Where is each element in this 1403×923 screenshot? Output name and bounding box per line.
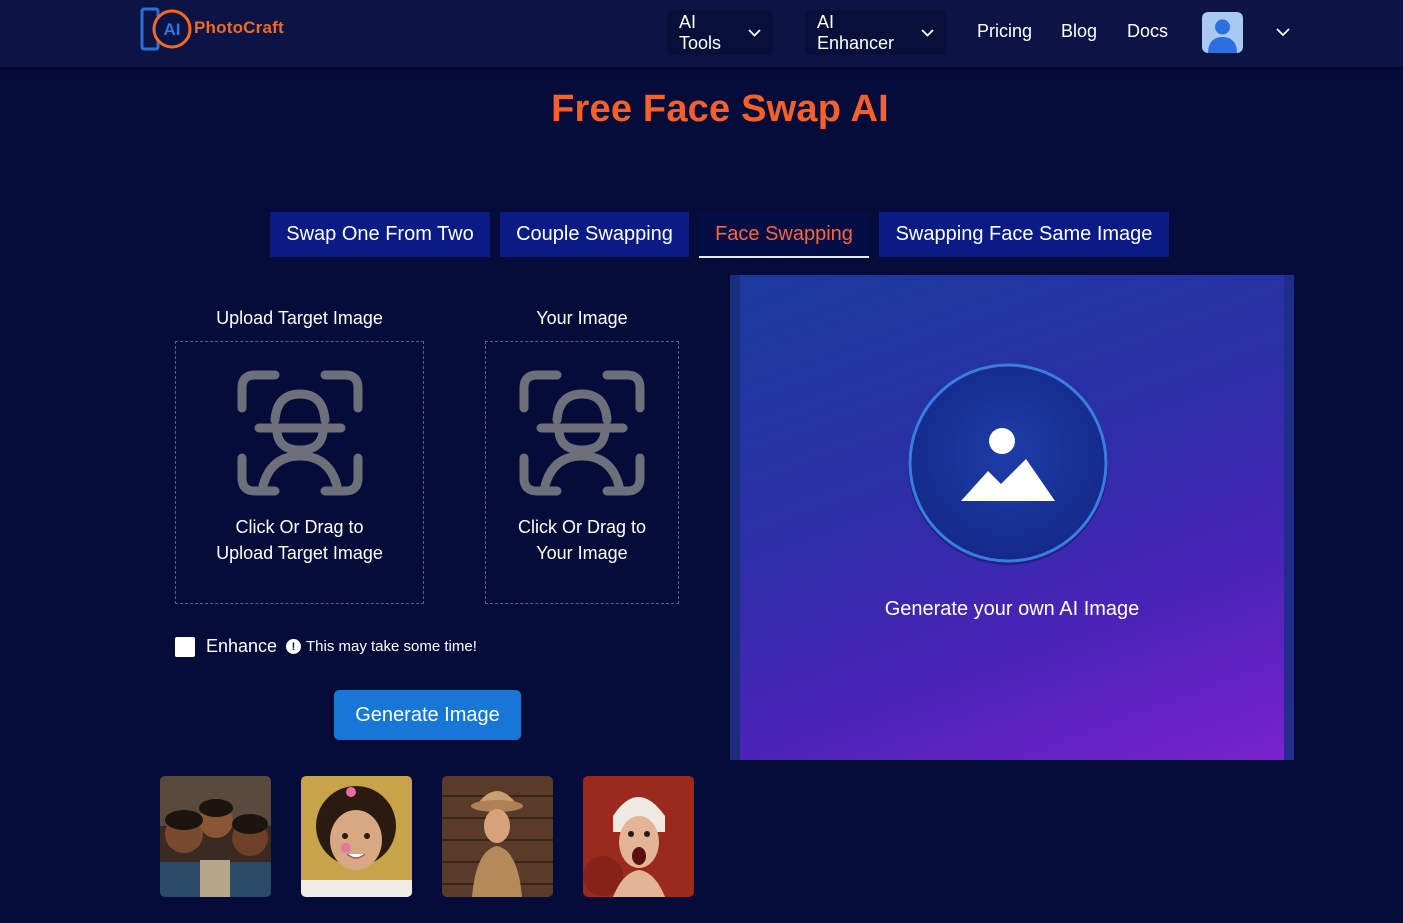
sample-photo-girl-icon	[301, 776, 412, 897]
target-image-label: Upload Target Image	[216, 308, 383, 328]
enhance-checkbox[interactable]	[175, 637, 195, 657]
nav-blog[interactable]: Blog	[1061, 21, 1097, 42]
your-image-dropzone[interactable]: Click Or Drag to Your Image	[485, 341, 679, 604]
chevron-down-icon	[921, 28, 934, 37]
tab-couple-swapping[interactable]: Couple Swapping	[500, 212, 689, 257]
your-image-label: Your Image	[536, 308, 628, 328]
face-scan-icon	[519, 370, 645, 496]
nav-docs[interactable]: Docs	[1127, 21, 1168, 42]
info-icon: !	[286, 639, 301, 654]
nav-ai-enhancer-label: AI Enhancer	[817, 11, 895, 53]
enhance-note: This may take some time!	[306, 638, 477, 655]
image-icon	[908, 363, 1108, 565]
target-dropzone-line2: Upload Target Image	[216, 543, 383, 563]
sample-thumbnail-woman-screaming[interactable]	[583, 776, 694, 897]
user-avatar[interactable]	[1202, 12, 1243, 53]
your-dropzone-line1: Click Or Drag to	[517, 517, 647, 537]
nav-ai-enhancer[interactable]: AI Enhancer	[805, 10, 946, 55]
result-panel-edge	[1284, 275, 1294, 760]
logo-mark-text: AI	[164, 20, 181, 39]
your-dropzone-text: Click Or Drag to Your Image	[486, 514, 678, 566]
target-image-dropzone[interactable]: Click Or Drag to Upload Target Image	[175, 341, 424, 604]
tab-label: Swap One From Two	[286, 223, 474, 245]
nav-ai-tools[interactable]: AI Tools	[667, 10, 773, 55]
tab-label: Couple Swapping	[516, 223, 673, 245]
target-dropzone-text: Click Or Drag to Upload Target Image	[176, 514, 423, 566]
tab-face-swapping[interactable]: Face Swapping	[699, 212, 869, 258]
tab-label: Swapping Face Same Image	[895, 223, 1153, 245]
result-placeholder-text: Generate your own AI Image	[884, 598, 1140, 620]
account-dropdown-chevron-icon[interactable]	[1276, 24, 1290, 42]
result-panel-edge	[730, 275, 740, 760]
top-navbar: AI PhotoCraft AI Tools AI Enhancer Prici…	[0, 0, 1403, 67]
sample-photo-woman-screaming-icon	[583, 776, 694, 897]
sample-photo-man-with-hat-icon	[442, 776, 553, 897]
face-scan-icon	[237, 370, 363, 496]
your-dropzone-line2: Your Image	[536, 543, 628, 563]
result-preview-panel: Generate your own AI Image	[730, 275, 1294, 760]
user-icon	[1208, 19, 1237, 53]
logo-mark-icon: AI	[140, 5, 192, 51]
target-dropzone-line1: Click Or Drag to	[235, 517, 364, 537]
nav-pricing[interactable]: Pricing	[977, 21, 1032, 42]
logo[interactable]: AI PhotoCraft	[140, 4, 284, 52]
sample-thumbnail-girl[interactable]	[301, 776, 412, 897]
tab-swapping-face-same-image[interactable]: Swapping Face Same Image	[879, 212, 1169, 257]
generate-image-button[interactable]: Generate Image	[334, 690, 521, 740]
sample-thumbnail-man-with-hat[interactable]	[442, 776, 553, 897]
logo-text: PhotoCraft	[194, 18, 284, 37]
page-title: Free Face Swap AI	[551, 88, 889, 130]
sample-photo-children-icon	[160, 776, 271, 897]
enhance-label: Enhance	[206, 636, 278, 656]
sample-thumbnail-children[interactable]	[160, 776, 271, 897]
nav-ai-tools-label: AI Tools	[679, 11, 722, 53]
chevron-down-icon	[748, 28, 761, 37]
tab-label: Face Swapping	[715, 222, 853, 245]
tab-swap-one-from-two[interactable]: Swap One From Two	[270, 212, 490, 257]
